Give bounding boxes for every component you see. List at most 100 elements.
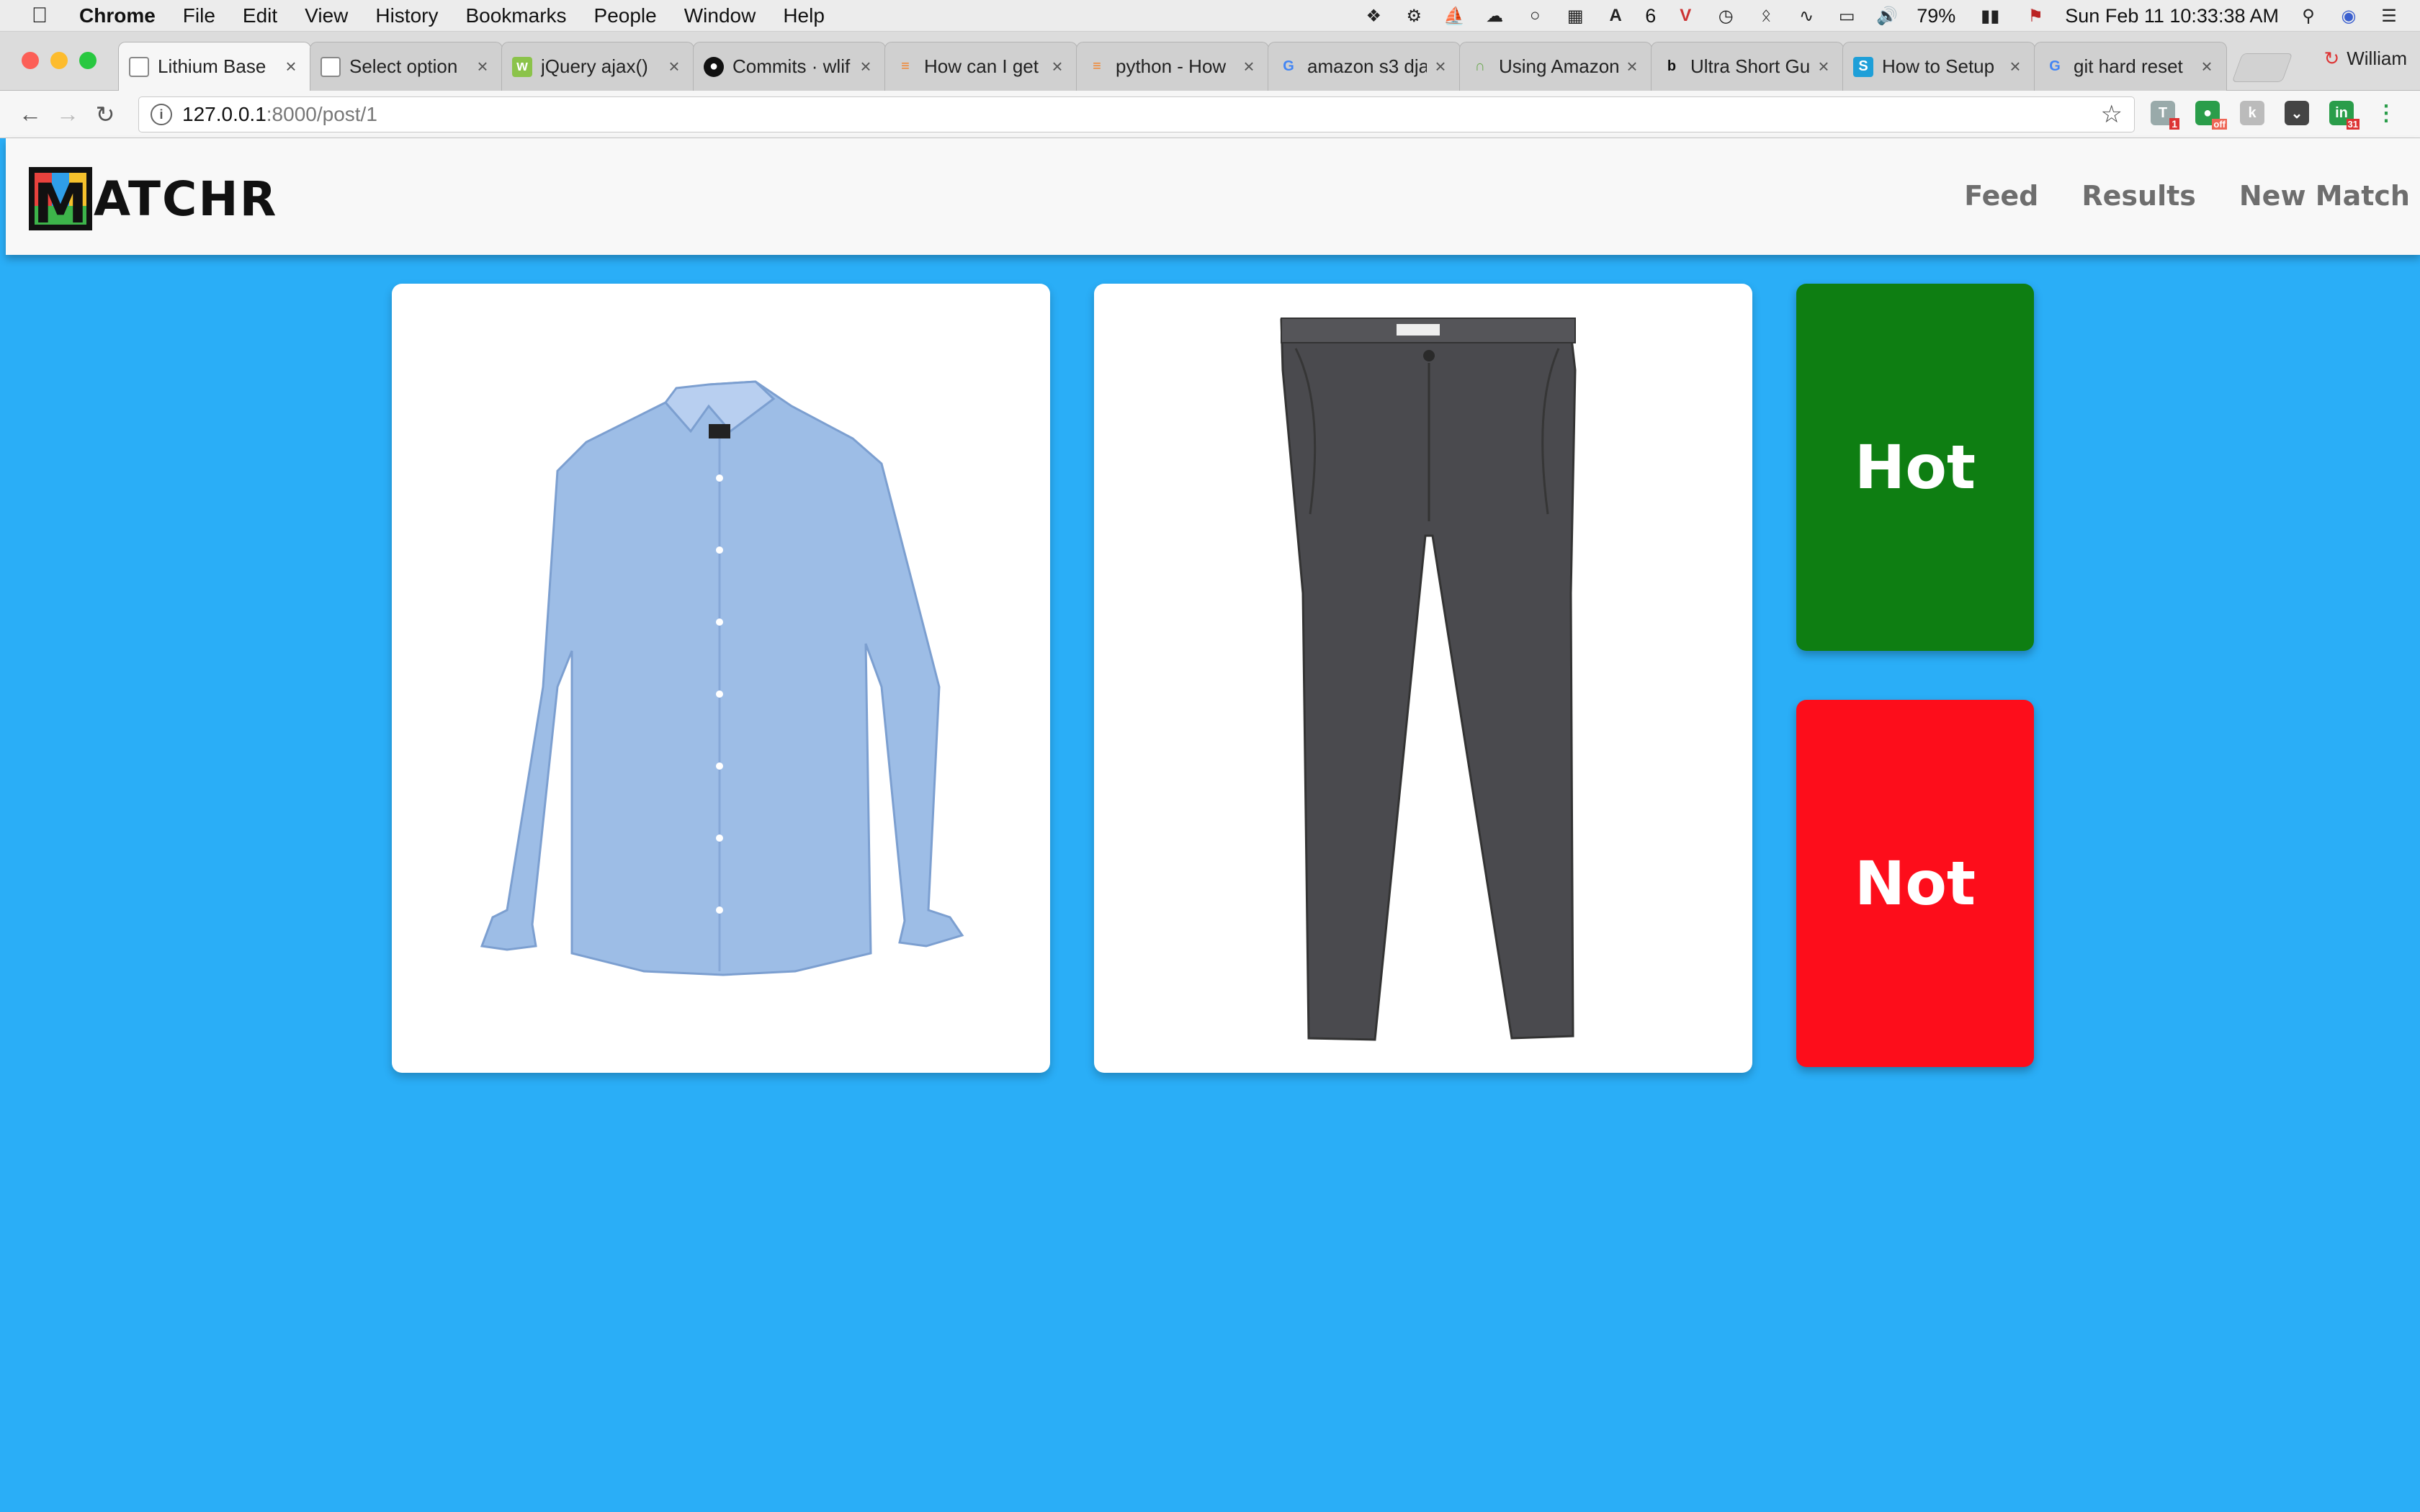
reload-icon[interactable]: ↻	[86, 101, 124, 128]
menu-app-name[interactable]: Chrome	[79, 4, 156, 27]
menubar-clock[interactable]: Sun Feb 11 10:33:38 AM	[2065, 5, 2279, 27]
menubar-status-area: ❖ ⚙ ⛵ ☁ ○ ▦ A 6 V ◷ ᛟ ∿ ▭ 🔊 79% ▮▮ ⚑ Sun…	[1363, 0, 2420, 32]
extension-badge: 31	[2346, 119, 2360, 130]
menu-people[interactable]: People	[594, 4, 657, 27]
notification-center-icon[interactable]: ☰	[2378, 5, 2400, 27]
close-tab-icon[interactable]: ×	[2197, 55, 2216, 78]
pants-card	[1094, 284, 1752, 1073]
tab-label: python - How	[1116, 55, 1227, 77]
not-button[interactable]: Not	[1796, 700, 2034, 1067]
close-tab-icon[interactable]: ×	[665, 55, 684, 78]
bookmark-star-icon[interactable]: ☆	[2101, 100, 2123, 129]
tab-ultra-short[interactable]: b Ultra Short Gu ×	[1651, 42, 1844, 91]
browser-toolbar: ← → ↻ i 127.0.0.1:8000/post/1 ☆ T1 ● off …	[0, 91, 2420, 138]
tab-amazon-s3[interactable]: G amazon s3 dja ×	[1268, 42, 1461, 91]
menu-help[interactable]: Help	[783, 4, 825, 27]
nav-new-match[interactable]: New Match	[2239, 180, 2410, 212]
close-tab-icon[interactable]: ×	[2006, 55, 2025, 78]
extension-badge: 1	[2169, 118, 2179, 130]
menu-file[interactable]: File	[183, 4, 215, 27]
matchr-logo[interactable]: M ATCHR	[29, 167, 277, 230]
forward-icon[interactable]: →	[49, 101, 86, 127]
bluetooth-icon[interactable]: ᛟ	[1755, 5, 1777, 27]
close-tab-icon[interactable]: ×	[856, 55, 875, 78]
address-bar[interactable]: i 127.0.0.1:8000/post/1 ☆	[138, 96, 2135, 132]
page-icon	[321, 56, 341, 77]
flag-icon[interactable]: ⚑	[2025, 5, 2046, 27]
tool-icon[interactable]: ⚙	[1403, 5, 1425, 27]
extension-icon[interactable]: in 31	[2329, 101, 2360, 130]
close-tab-icon[interactable]: ×	[1431, 55, 1450, 78]
menu-window[interactable]: Window	[684, 4, 756, 27]
tab-python-how[interactable]: ≡ python - How ×	[1076, 42, 1269, 91]
wifi-icon[interactable]: ∿	[1796, 5, 1817, 27]
tab-commits[interactable]: ● Commits · wlif ×	[693, 42, 886, 91]
battery-percent: 79%	[1917, 4, 1956, 27]
zoom-window-icon[interactable]	[79, 52, 97, 69]
spotlight-icon[interactable]: ⚲	[2298, 5, 2319, 27]
dropbox-icon[interactable]: ❖	[1363, 5, 1384, 27]
close-tab-icon[interactable]: ×	[473, 55, 492, 78]
close-tab-icon[interactable]: ×	[1240, 55, 1258, 78]
tab-label: Select option	[349, 55, 458, 77]
tab-label: Using Amazon	[1499, 55, 1618, 77]
url-path: :8000/post/1	[266, 103, 377, 125]
extension-icon[interactable]: T1	[2151, 101, 2179, 130]
close-tab-icon[interactable]: ×	[1048, 55, 1067, 78]
circle-icon[interactable]: ○	[1524, 5, 1546, 27]
tab-how-to-setup[interactable]: S How to Setup ×	[1842, 42, 2035, 91]
vpn-icon[interactable]: V	[1675, 5, 1696, 27]
tab-lithium-base[interactable]: Lithium Base ×	[118, 42, 311, 91]
tab-strip: Lithium Base × Select option × w jQuery …	[0, 32, 2420, 91]
profile-button[interactable]: ↻ William	[2323, 48, 2407, 70]
shirt-card	[392, 284, 1050, 1073]
hot-button[interactable]: Hot	[1796, 284, 2034, 651]
w3schools-icon: w	[512, 56, 532, 77]
airplay-icon[interactable]: ▭	[1836, 5, 1857, 27]
close-tab-icon[interactable]: ×	[1623, 55, 1641, 78]
main-nav: Feed Results New Match	[1964, 180, 2410, 212]
nav-feed[interactable]: Feed	[1964, 180, 2038, 212]
stackoverflow-icon: ≡	[901, 58, 910, 74]
tab-label: Lithium Base	[158, 55, 266, 77]
google-icon: G	[1283, 58, 1294, 74]
tab-how-can-i-get[interactable]: ≡ How can I get ×	[884, 42, 1077, 91]
menu-view[interactable]: View	[305, 4, 348, 27]
window-controls	[22, 52, 97, 69]
minimize-window-icon[interactable]	[50, 52, 68, 69]
extensions-area: T1 ● off k ⌄ in 31 ⋮	[2151, 101, 2398, 130]
menu-history[interactable]: History	[375, 4, 438, 27]
docker-icon[interactable]: ⛵	[1443, 5, 1465, 27]
close-window-icon[interactable]	[22, 52, 39, 69]
bold-b-icon: b	[1667, 58, 1677, 74]
tab-using-amazon[interactable]: ∩ Using Amazon ×	[1459, 42, 1652, 91]
profile-sync-icon: ↻	[2323, 48, 2340, 69]
new-tab-button[interactable]	[2231, 53, 2293, 82]
logo-text: ATCHR	[94, 171, 278, 227]
menu-bookmarks[interactable]: Bookmarks	[465, 4, 566, 27]
tab-select-option[interactable]: Select option ×	[310, 42, 503, 91]
close-tab-icon[interactable]: ×	[282, 55, 300, 78]
tab-jquery-ajax[interactable]: w jQuery ajax() ×	[501, 42, 694, 91]
stackoverflow-icon: ≡	[1093, 58, 1101, 74]
site-info-icon[interactable]: i	[151, 104, 172, 125]
extension-icon[interactable]: k	[2240, 101, 2264, 125]
back-icon[interactable]: ←	[12, 101, 49, 127]
cloud-icon[interactable]: ☁	[1484, 5, 1505, 27]
tab-git-hard-reset[interactable]: G git hard reset ×	[2034, 42, 2227, 91]
pocket-icon[interactable]: ⌄	[2285, 101, 2309, 125]
menu-edit[interactable]: Edit	[243, 4, 277, 27]
nav-results[interactable]: Results	[2081, 180, 2196, 212]
volume-icon[interactable]: 🔊	[1876, 5, 1898, 27]
close-tab-icon[interactable]: ×	[1814, 55, 1833, 78]
adobe-icon[interactable]: A	[1605, 5, 1626, 27]
time-machine-icon[interactable]: ◷	[1715, 5, 1736, 27]
pants-image	[1280, 318, 1577, 1041]
battery-icon[interactable]: ▮▮	[1974, 5, 2006, 27]
tab-label: Commits · wlif	[732, 55, 851, 77]
chrome-menu-icon[interactable]: ⋮	[2374, 101, 2398, 125]
apple-icon[interactable]: 	[0, 4, 79, 28]
siri-icon[interactable]: ◉	[2338, 5, 2360, 27]
extension-icon[interactable]: ● off	[2195, 101, 2227, 130]
grid-icon[interactable]: ▦	[1564, 5, 1586, 27]
